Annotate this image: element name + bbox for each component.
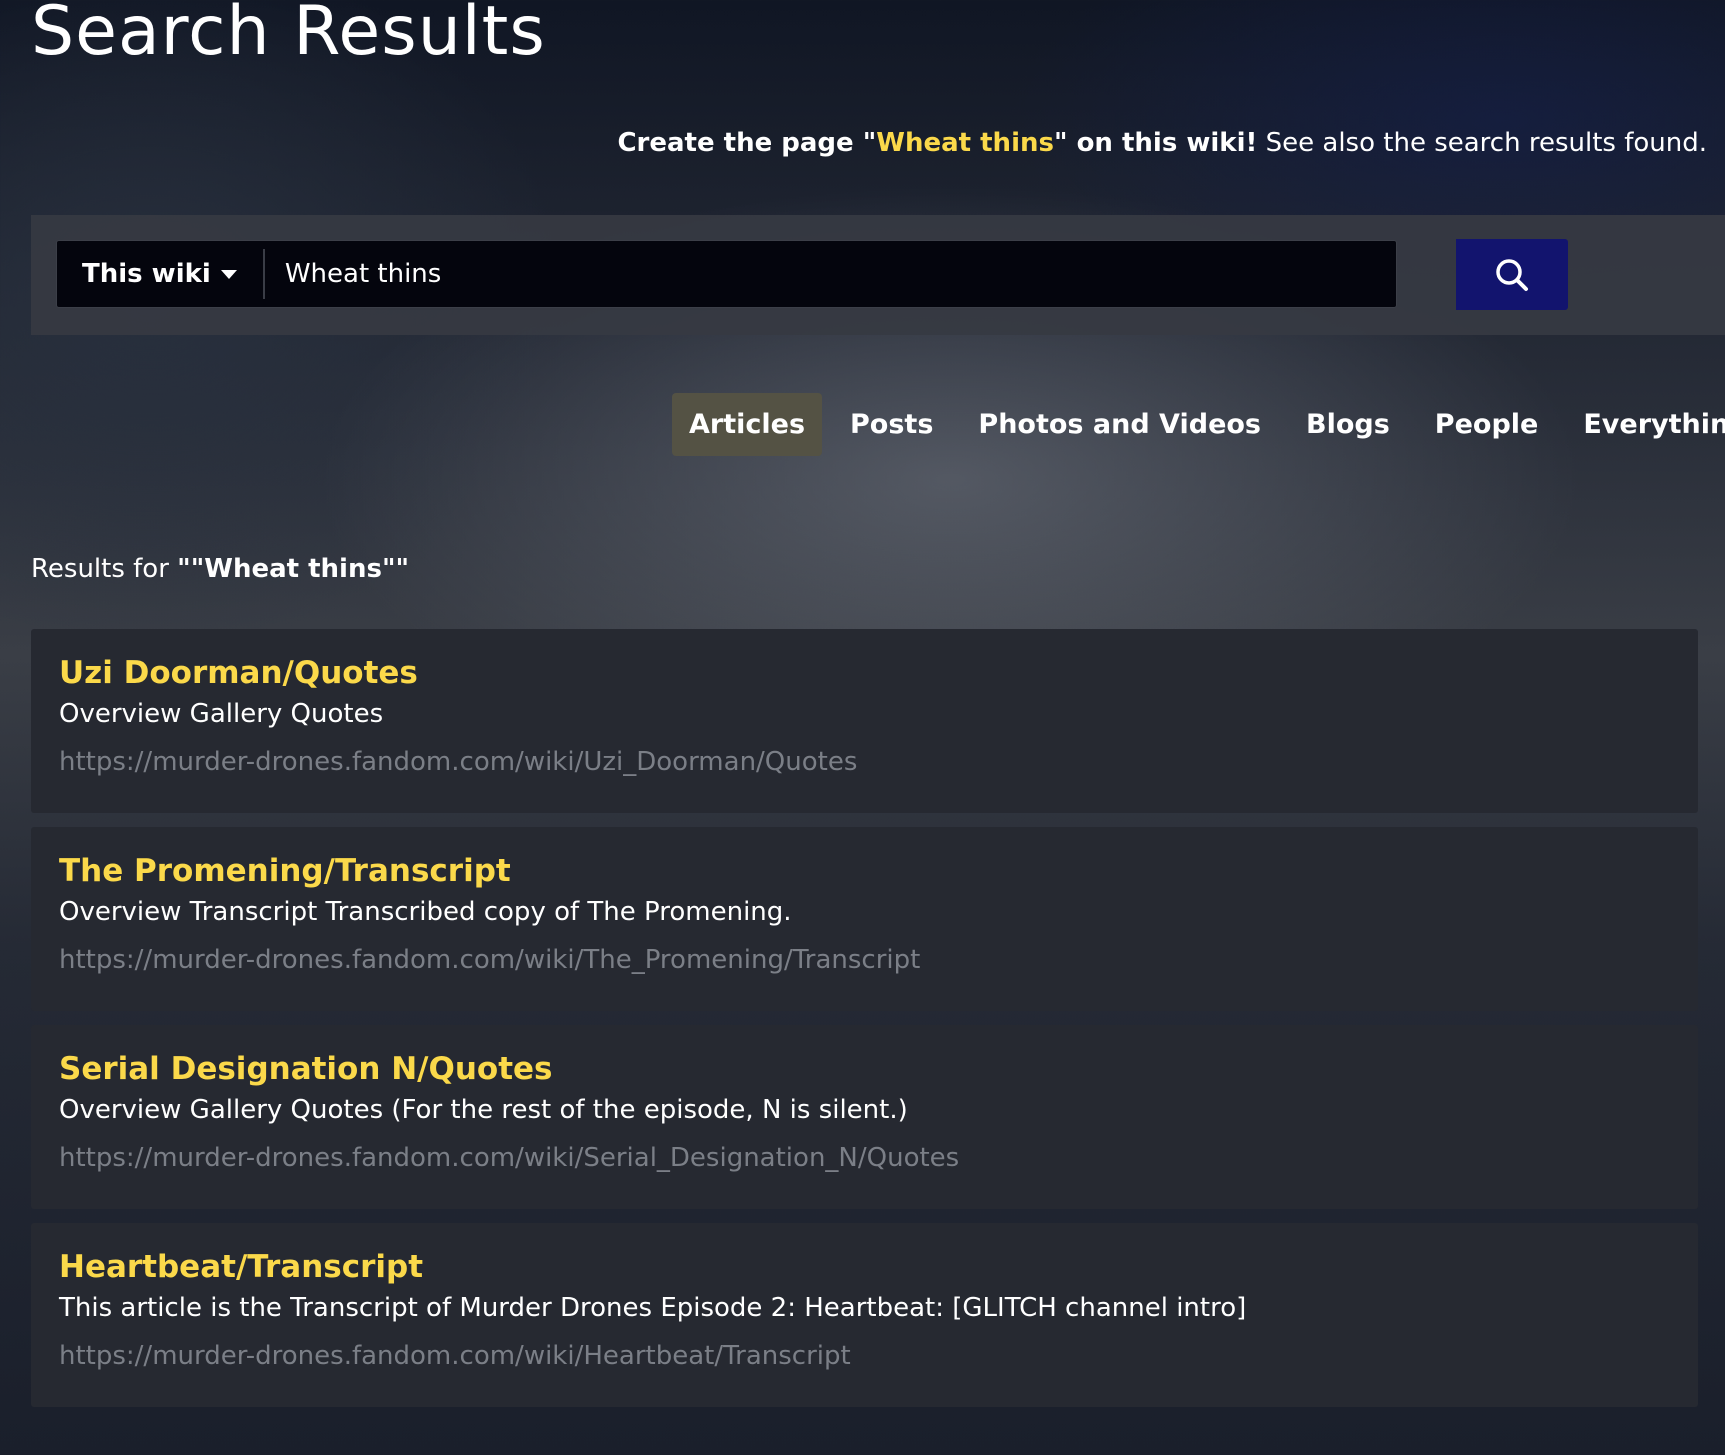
search-scope-label: This wiki	[82, 259, 211, 289]
results-header: Results for ""Wheat thins""	[31, 552, 409, 586]
result-snippet: Overview Gallery Quotes	[59, 699, 384, 729]
result-card: The Promening/Transcript Overview Transc…	[31, 827, 1698, 1011]
tab-posts[interactable]: Posts	[833, 393, 950, 456]
result-title-link[interactable]: Serial Designation N/Quotes	[59, 1048, 1670, 1090]
search-icon	[1496, 258, 1528, 291]
page-title: Search Results	[31, 0, 546, 71]
create-page-prefix: Create the page "	[617, 128, 877, 158]
results-list: Uzi Doorman/Quotes Overview Gallery Quot…	[31, 629, 1698, 1421]
tab-photos-and-videos[interactable]: Photos and Videos	[961, 393, 1278, 456]
see-also-text: See also the search results found.	[1257, 128, 1707, 158]
result-title-link[interactable]: The Promening/Transcript	[59, 850, 1670, 892]
search-button[interactable]	[1456, 239, 1568, 310]
search-panel: This wiki	[31, 215, 1725, 335]
caret-down-icon	[220, 269, 237, 279]
result-snippet: Overview Transcript Transcribed copy of …	[59, 897, 792, 927]
result-card: Heartbeat/Transcript This article is the…	[31, 1223, 1698, 1407]
result-url: https://murder-drones.fandom.com/wiki/He…	[59, 1341, 851, 1371]
results-for-label: Results for	[31, 554, 178, 584]
result-card: Uzi Doorman/Quotes Overview Gallery Quot…	[31, 629, 1698, 813]
results-query: ""Wheat thins""	[177, 554, 410, 584]
result-url: https://murder-drones.fandom.com/wiki/Uz…	[59, 747, 858, 777]
search-tabs: Articles Posts Photos and Videos Blogs P…	[672, 393, 1725, 456]
tab-people[interactable]: People	[1418, 393, 1556, 456]
tab-everything[interactable]: Everything	[1566, 393, 1725, 456]
search-bar: This wiki	[56, 240, 1397, 308]
search-input[interactable]	[282, 243, 1396, 305]
tab-articles[interactable]: Articles	[672, 393, 823, 456]
result-title-link[interactable]: Uzi Doorman/Quotes	[59, 652, 1670, 694]
result-snippet: Overview Gallery Quotes (For the rest of…	[59, 1095, 908, 1125]
result-snippet: This article is the Transcript of Murder…	[59, 1293, 1247, 1323]
create-page-notice: Create the page "Wheat thins" on this wi…	[617, 126, 1707, 160]
result-url: https://murder-drones.fandom.com/wiki/Se…	[59, 1143, 960, 1173]
create-page-suffix: " on this wiki!	[1053, 128, 1258, 158]
result-card: Serial Designation N/Quotes Overview Gal…	[31, 1025, 1698, 1209]
tab-blogs[interactable]: Blogs	[1289, 393, 1407, 456]
search-scope-dropdown[interactable]: This wiki	[57, 249, 265, 299]
result-title-link[interactable]: Heartbeat/Transcript	[59, 1246, 1670, 1288]
create-page-link[interactable]: Wheat thins	[876, 128, 1054, 158]
result-url: https://murder-drones.fandom.com/wiki/Th…	[59, 945, 921, 975]
